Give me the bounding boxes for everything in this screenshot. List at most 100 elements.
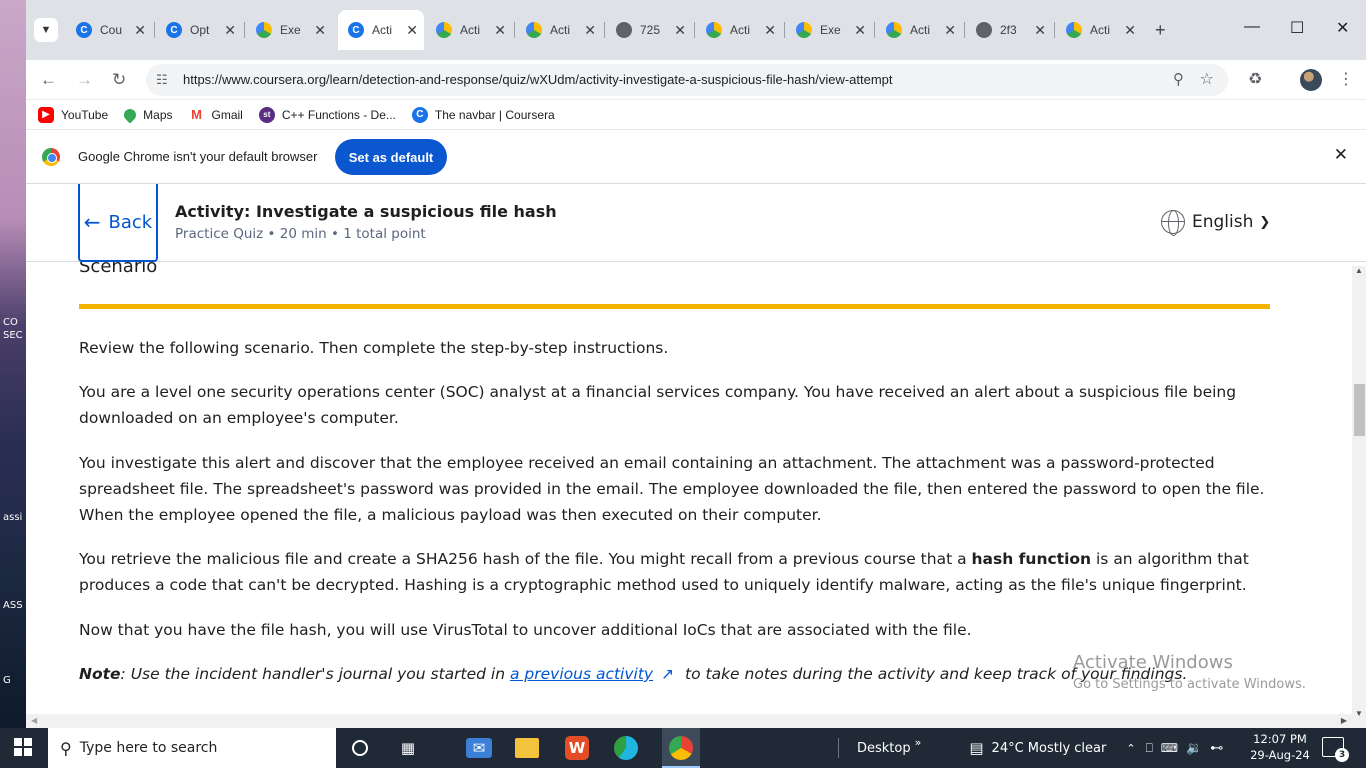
globe-icon — [976, 22, 992, 38]
bookmark-gmail[interactable]: M Gmail — [188, 106, 243, 123]
chevron-down-icon: ❯ — [1259, 214, 1271, 230]
chrome-icon[interactable] — [669, 736, 693, 760]
close-icon[interactable]: ✕ — [1124, 22, 1136, 39]
scroll-left-icon[interactable]: ◀ — [31, 716, 37, 725]
profile-avatar[interactable] — [1300, 69, 1322, 91]
scroll-right-icon[interactable]: ▶ — [1341, 716, 1347, 725]
drive-icon — [526, 22, 542, 38]
vertical-scrollbar[interactable]: ▲ ▼ — [1352, 266, 1366, 728]
new-tab-plus-icon[interactable]: + — [1155, 20, 1166, 41]
device-icon[interactable]: ⎕ — [1146, 741, 1153, 756]
paragraph: Review the following scenario. Then comp… — [79, 339, 669, 357]
taskbar-search-box[interactable]: ⚲ Type here to search — [48, 728, 336, 768]
cortana-circle-icon[interactable] — [348, 736, 372, 760]
bookmark-youtube[interactable]: ▶ YouTube — [38, 106, 108, 123]
bookmark-navbar-coursera[interactable]: C The navbar | Coursera — [411, 106, 555, 123]
maximize-icon[interactable]: ☐ — [1290, 18, 1304, 38]
drive-icon — [796, 22, 812, 38]
close-icon[interactable]: ✕ — [1034, 22, 1046, 39]
more-menu-icon[interactable]: ⋮ — [1338, 69, 1354, 89]
volume-icon[interactable]: 🔉 — [1186, 741, 1202, 756]
close-icon[interactable]: ✕ — [134, 22, 146, 39]
close-icon[interactable]: ✕ — [764, 22, 776, 39]
tab[interactable]: C Cou ✕ — [66, 16, 152, 44]
tab[interactable]: Exe ✕ — [786, 16, 872, 44]
windows-start-icon[interactable] — [14, 738, 32, 756]
back-button[interactable]: ← Back — [78, 184, 158, 262]
weather-icon[interactable]: ▤ — [969, 739, 983, 757]
tab[interactable]: Exe ✕ — [246, 16, 332, 44]
tab-title: Acti — [910, 23, 931, 37]
external-link-icon: ↗ — [661, 665, 675, 683]
bookmark-star-icon[interactable]: ☆ — [1200, 69, 1214, 89]
coursera-icon: C — [348, 22, 364, 38]
tab[interactable]: Acti ✕ — [426, 16, 512, 44]
extensions-puzzle-icon[interactable]: ♻ — [1248, 69, 1262, 89]
set-as-default-button[interactable]: Set as default — [335, 139, 447, 175]
wifi-icon[interactable]: ⊷ — [1210, 741, 1223, 756]
mail-icon[interactable]: ✉ — [466, 738, 492, 758]
tab[interactable]: Acti ✕ — [1056, 16, 1142, 44]
bold-term: hash function — [971, 550, 1092, 568]
address-bar[interactable]: ☷ https://www.coursera.org/learn/detecti… — [146, 64, 1228, 96]
globe-icon — [1161, 210, 1185, 236]
close-icon[interactable]: ✕ — [224, 22, 236, 39]
back-arrow-icon[interactable]: ← — [40, 70, 57, 90]
close-window-icon[interactable]: ✕ — [1336, 18, 1349, 38]
gmail-icon: M — [188, 106, 205, 123]
minimize-icon[interactable]: — — [1244, 18, 1260, 36]
language-selector[interactable]: English ❯ — [1161, 210, 1271, 236]
tab-divider — [514, 22, 515, 38]
close-icon[interactable]: ✕ — [1334, 145, 1348, 165]
bookmark-cpp-functions[interactable]: st C++ Functions - De... — [258, 106, 396, 123]
coursera-icon: C — [411, 106, 428, 123]
paragraph: You are a level one security operations … — [79, 383, 1237, 427]
chevron-up-icon[interactable]: ⌃ — [1126, 742, 1135, 755]
tab-divider — [604, 22, 605, 38]
previous-activity-link[interactable]: a previous activity — [510, 665, 653, 683]
tab-search-button[interactable]: ▼ — [34, 18, 58, 42]
tab-active[interactable]: C Acti ✕ — [338, 10, 424, 50]
task-view-icon[interactable]: ▦ — [396, 736, 420, 760]
input-method-icon[interactable]: ⌨ — [1161, 741, 1178, 755]
edge-icon[interactable] — [614, 736, 638, 760]
tab-title: Acti — [460, 23, 481, 37]
tab[interactable]: Acti ✕ — [696, 16, 782, 44]
note-label: Note — [79, 665, 121, 683]
close-icon[interactable]: ✕ — [494, 22, 506, 39]
close-icon[interactable]: ✕ — [314, 22, 326, 39]
desktop-icon-label: assi — [3, 512, 23, 523]
bookmark-maps[interactable]: Maps — [121, 106, 173, 123]
url-text[interactable]: https://www.coursera.org/learn/detection… — [183, 72, 893, 87]
site-info-icon[interactable]: ☷ — [156, 72, 168, 88]
scroll-down-icon[interactable]: ▼ — [1355, 709, 1363, 718]
close-icon[interactable]: ✕ — [854, 22, 866, 39]
tab[interactable]: 725 ✕ — [606, 16, 692, 44]
close-icon[interactable]: ✕ — [584, 22, 596, 39]
globe-icon — [616, 22, 632, 38]
zoom-icon[interactable]: ⚲ — [1173, 70, 1184, 88]
weather-text[interactable]: 24°C Mostly clear — [992, 741, 1107, 756]
file-explorer-icon[interactable] — [515, 738, 539, 758]
close-icon[interactable]: ✕ — [674, 22, 686, 39]
arrow-left-icon: ← — [83, 210, 101, 234]
tab-divider — [154, 22, 155, 38]
scroll-up-icon[interactable]: ▲ — [1355, 266, 1363, 275]
wps-office-icon[interactable]: W — [565, 736, 589, 760]
tab[interactable]: Acti ✕ — [516, 16, 602, 44]
tab[interactable]: 2f3 ✕ — [966, 16, 1052, 44]
reload-icon[interactable]: ↻ — [112, 70, 126, 90]
scrollbar-thumb[interactable] — [1354, 384, 1365, 436]
clock-time: 12:07 PM — [1253, 732, 1307, 746]
desktop-toolbar-label[interactable]: Desktop — [857, 741, 911, 756]
tab[interactable]: C Opt ✕ — [156, 16, 242, 44]
tab[interactable]: Acti ✕ — [876, 16, 962, 44]
chevron-right-icon[interactable]: » — [915, 736, 922, 749]
system-clock[interactable]: 12:07 PM 29-Aug-24 — [1244, 731, 1316, 763]
forward-arrow-icon[interactable]: → — [76, 70, 93, 90]
desktop-icon-label: ASS — [3, 600, 23, 611]
horizontal-scrollbar[interactable]: ◀ ▶ — [26, 714, 1352, 728]
close-icon[interactable]: ✕ — [944, 22, 956, 39]
notification-center-icon[interactable]: 3 — [1322, 737, 1349, 762]
close-icon[interactable]: ✕ — [406, 22, 418, 39]
